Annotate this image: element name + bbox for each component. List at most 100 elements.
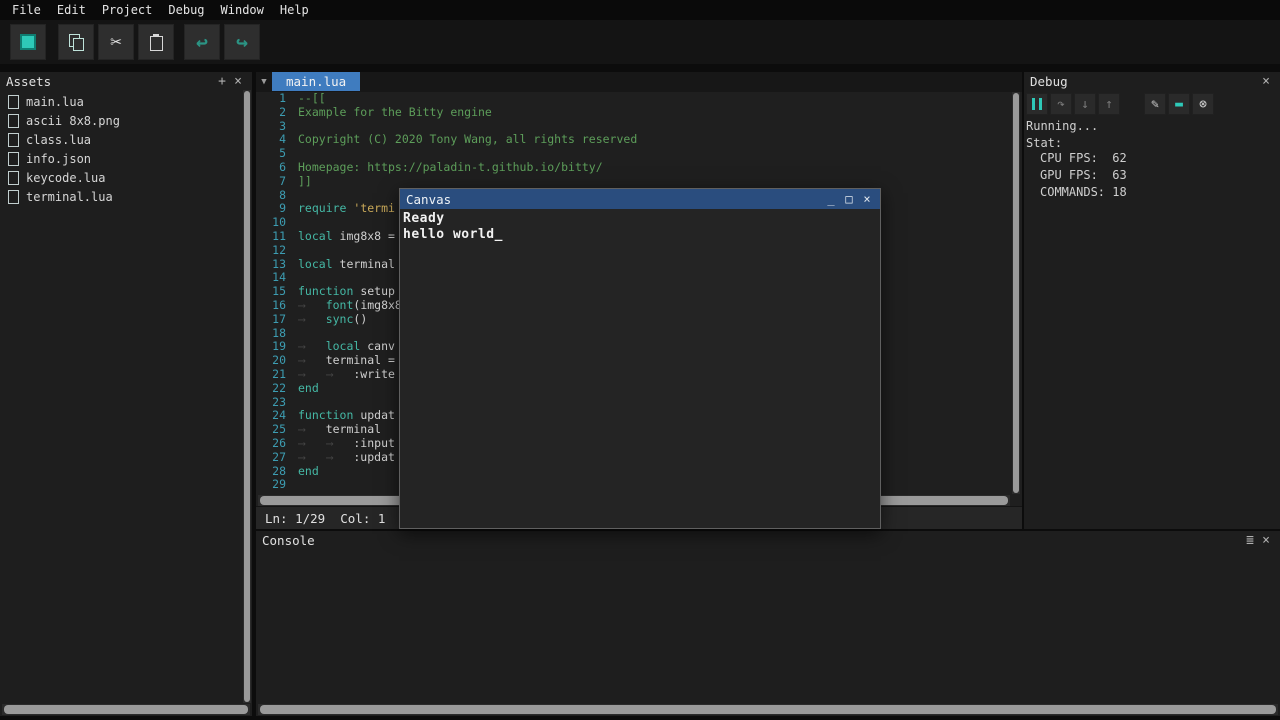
tab-indent-marker: ⟶ [326,437,354,451]
clear-breakpoints-button[interactable]: ⊗ [1192,93,1214,115]
tab-indent-marker: ⟶ [298,437,326,451]
step-into-button[interactable]: ↓ [1074,93,1096,115]
console-horizontal-scrollbar[interactable] [258,704,1278,715]
line-number: 4 [256,133,298,147]
canvas-output-line: Ready [403,211,880,227]
line-number: 3 [256,120,298,134]
code-line[interactable]: 6Homepage: https://paladin-t.github.io/b… [256,161,1012,175]
code-token: :write [353,367,395,381]
assets-vertical-scrollbar[interactable] [243,90,251,703]
console-output[interactable] [256,549,1280,703]
scrollbar-thumb[interactable] [1013,93,1019,493]
canvas-output[interactable]: Readyhello world_ [400,209,880,243]
asset-item[interactable]: main.lua [0,92,252,111]
menu-debug[interactable]: Debug [160,0,212,20]
add-asset-button[interactable]: + [214,74,230,89]
canvas-output-line: hello world_ [403,227,880,243]
scrollbar-thumb[interactable] [244,91,250,702]
line-number: 17 [256,313,298,327]
file-icon [8,114,19,128]
enable-breakpoints-button[interactable]: ▬ [1168,93,1190,115]
scrollbar-thumb[interactable] [4,705,248,714]
line-number: 29 [256,478,298,492]
debug-close-button[interactable]: × [1258,74,1274,89]
tab-indent-marker: ⟶ [298,451,326,465]
step-over-button[interactable]: ↷ [1050,93,1072,115]
code-text: ⟶terminal = [298,354,402,368]
line-number: 22 [256,382,298,396]
line-number: 27 [256,451,298,465]
code-token: local [298,257,333,271]
undo-icon: ↩ [196,32,208,52]
tab-list-button[interactable]: ▼ [256,72,272,92]
canvas-window[interactable]: Canvas _ □ × Readyhello world_ [399,188,881,529]
code-token: setup [353,284,395,298]
code-token: () [353,312,367,326]
assets-close-button[interactable]: × [230,74,246,89]
asset-item[interactable]: ascii 8x8.png [0,111,252,130]
code-token: (img8x8 [353,298,401,312]
code-line[interactable]: 1--[[ [256,92,1012,106]
canvas-minimize-button[interactable]: _ [822,189,840,209]
file-icon [8,133,19,147]
code-text: local terminal [298,258,395,272]
menu-project[interactable]: Project [94,0,161,20]
toggle-breakpoint-button[interactable]: ✎ [1144,93,1166,115]
canvas-maximize-button[interactable]: □ [840,189,858,209]
asset-item[interactable]: info.json [0,149,252,168]
chevron-down-icon: ▼ [261,77,266,87]
step-into-icon: ↓ [1081,98,1089,111]
console-close-button[interactable]: × [1258,533,1274,548]
code-text: ⟶⟶:updat [298,451,395,465]
line-number: 23 [256,396,298,410]
canvas-title-bar[interactable]: Canvas _ □ × [400,189,880,209]
copy-button[interactable] [58,24,94,60]
debug-panel: Debug × ↷↓↑✎▬⊗ Running... Stat: CPU FPS:… [1024,72,1280,529]
menu-edit[interactable]: Edit [49,0,94,20]
menu-file[interactable]: File [4,0,49,20]
code-line[interactable]: 5 [256,147,1012,161]
play-icon [20,34,36,50]
code-token: require [298,201,346,215]
menu-help[interactable]: Help [272,0,317,20]
line-number: 5 [256,147,298,161]
canvas-close-button[interactable]: × [858,189,876,209]
menu-window[interactable]: Window [213,0,272,20]
debug-stat-line: CPU FPS: 62 [1024,150,1280,167]
assets-horizontal-scrollbar[interactable] [2,704,250,715]
code-token: Example for the Bitty engine [298,105,492,119]
asset-item[interactable]: terminal.lua [0,187,252,206]
step-out-button[interactable]: ↑ [1098,93,1120,115]
code-line[interactable]: 3 [256,120,1012,134]
asset-item[interactable]: keycode.lua [0,168,252,187]
step-over-icon: ↷ [1057,98,1065,111]
tab-main-lua[interactable]: main.lua [272,72,360,91]
line-number: 12 [256,244,298,258]
cut-button[interactable]: ✂ [98,24,134,60]
pause-icon [1032,98,1042,110]
line-number: 26 [256,437,298,451]
code-line[interactable]: 7]] [256,175,1012,189]
code-token: local [298,229,333,243]
pause-button[interactable] [1026,93,1048,115]
code-token: function [298,408,353,422]
line-number: 15 [256,285,298,299]
editor-vertical-scrollbar[interactable] [1012,92,1020,494]
console-menu-button[interactable]: ≣ [1242,533,1258,548]
code-line[interactable]: 4Copyright (C) 2020 Tony Wang, all right… [256,133,1012,147]
code-token: terminal [326,422,381,436]
file-icon [8,152,19,166]
redo-button[interactable]: ↪ [224,24,260,60]
file-icon [8,190,19,204]
code-text: function setup [298,285,395,299]
paste-icon [146,32,166,52]
redo-icon: ↪ [236,32,248,52]
undo-button[interactable]: ↩ [184,24,220,60]
code-token: sync [326,312,354,326]
paste-button[interactable] [138,24,174,60]
code-line[interactable]: 2Example for the Bitty engine [256,106,1012,120]
play-button[interactable] [10,24,46,60]
code-token: updat [353,408,395,422]
scrollbar-thumb[interactable] [260,705,1276,714]
asset-item[interactable]: class.lua [0,130,252,149]
